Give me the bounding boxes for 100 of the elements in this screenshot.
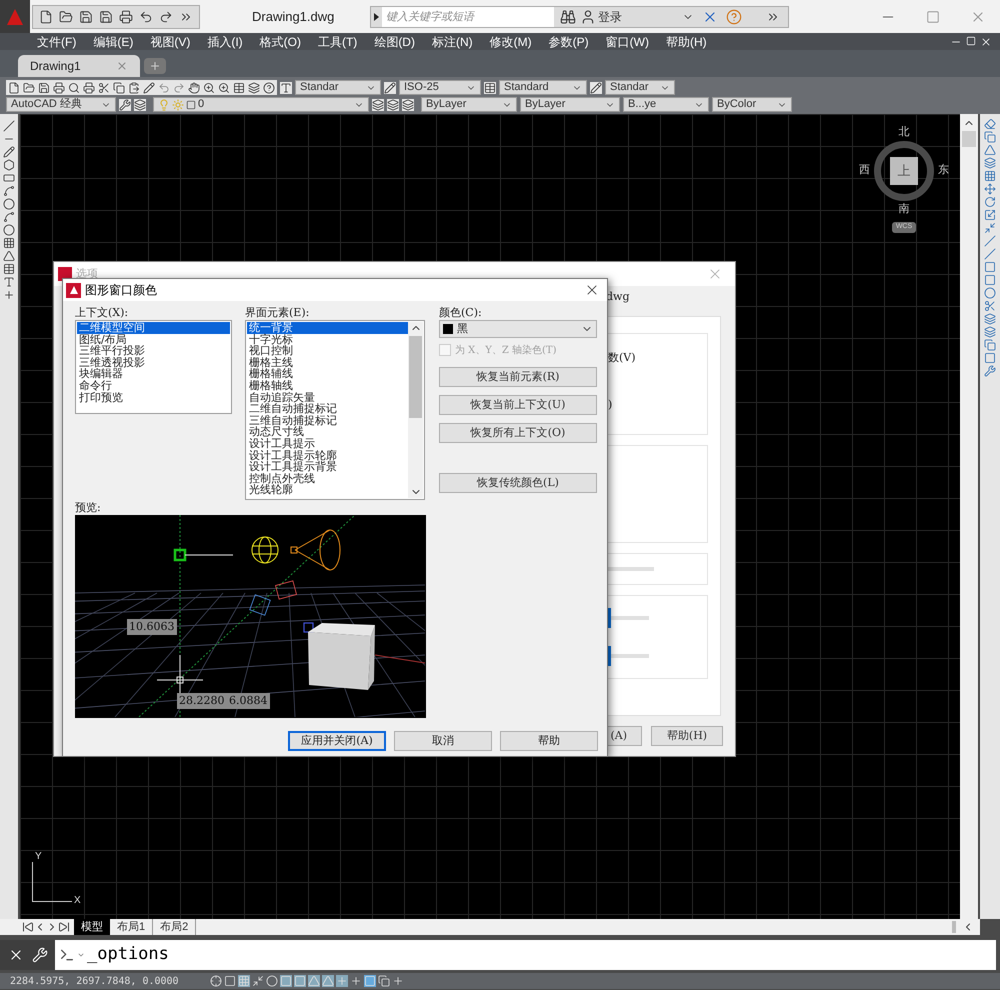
list-item[interactable]: 控制点外壳线 [247, 472, 408, 484]
save-as-icon[interactable] [99, 10, 113, 24]
restore-button[interactable]: 恢复当前上下文(U) [439, 395, 597, 415]
viewcube-face[interactable]: 上 [890, 156, 918, 184]
menu-item[interactable]: 绘图(D) [374, 32, 415, 50]
restore-button[interactable]: 恢复所有上下文(O) [439, 423, 597, 443]
menu-item[interactable]: 工具(T) [318, 32, 358, 50]
copy-icon[interactable] [984, 131, 996, 143]
text-style-dropdown[interactable]: Standar [295, 80, 381, 95]
rectangle-icon[interactable] [3, 172, 15, 184]
snap-icon[interactable] [210, 975, 222, 987]
list-item[interactable]: 栅格主线 [247, 356, 408, 368]
print-icon[interactable] [53, 82, 65, 94]
leader-style-dropdown[interactable]: Standar [605, 80, 675, 95]
legacy-colors-button[interactable]: 恢复传统颜色(L) [439, 473, 597, 493]
hand-icon[interactable] [188, 82, 200, 94]
list-item[interactable]: 二维模型空间 [77, 322, 230, 334]
document-tab[interactable]: Drawing1 [18, 55, 140, 77]
menu-item[interactable]: 帮助(H) [666, 32, 707, 50]
redo-icon[interactable] [159, 10, 173, 24]
context-list[interactable]: 二维模型空间 图纸/布局 三维平行投影 三维透视投影 块编辑器 命令行 打印预览 [75, 320, 232, 414]
menu-item[interactable]: 标注(N) [432, 32, 473, 50]
list-item[interactable]: 块编辑器 [77, 368, 230, 380]
list-item[interactable]: 栅格辅线 [247, 368, 408, 380]
dimension-style-dropdown[interactable]: ISO-25 [399, 80, 481, 95]
layers-icon[interactable] [248, 82, 260, 94]
scrollbar-thumb[interactable] [962, 131, 976, 147]
dialog-button[interactable]: 帮助(H) [651, 726, 723, 746]
polygon-icon[interactable] [3, 159, 15, 171]
undo-icon[interactable] [139, 10, 153, 24]
list-item[interactable]: 自动追踪矢量 [247, 392, 408, 404]
plus-icon[interactable] [392, 975, 404, 987]
layers-icon[interactable] [134, 98, 146, 110]
last-tab-icon[interactable] [58, 921, 70, 933]
plot-style-dropdown[interactable]: ByColor [712, 97, 792, 112]
text-icon[interactable] [3, 276, 15, 288]
lineweight-dropdown[interactable]: B...ye [623, 97, 709, 112]
circle-icon[interactable] [3, 198, 15, 210]
element-list[interactable]: 统一背景 十字光标 视口控制 栅格主线 栅格辅线 栅格轴线 自动追踪矢量 二维自动捕捉标记 三维自动捕捉标记 动态尺寸线 设计工具提示 设计工具提示轮廓 设计工具提示背景 控制点外壳线 光线轮廓 [245, 320, 425, 500]
arc-icon[interactable] [3, 185, 15, 197]
first-tab-icon[interactable] [22, 921, 34, 933]
list-item[interactable]: 打印预览 [77, 392, 230, 404]
folder-icon[interactable] [59, 10, 73, 24]
menu-item[interactable]: 文件(F) [37, 32, 76, 50]
move-icon[interactable] [984, 183, 996, 195]
copy-icon[interactable] [984, 339, 996, 351]
maximize-icon[interactable] [926, 10, 940, 24]
list-item[interactable]: 设计工具提示轮廓 [247, 450, 408, 462]
table-icon[interactable] [3, 263, 15, 275]
color-dropdown[interactable]: 黑 [439, 320, 597, 338]
list-item[interactable]: 二维自动捕捉标记 [247, 403, 408, 415]
zoom-icon[interactable] [218, 82, 230, 94]
close-icon[interactable] [980, 36, 992, 48]
menu-item[interactable]: 修改(M) [490, 32, 532, 50]
square-icon[interactable] [224, 975, 236, 987]
pencil-icon[interactable] [3, 146, 15, 158]
list-item[interactable]: 光线轮廓 [247, 484, 408, 496]
list-item[interactable]: 统一背景 [247, 322, 408, 334]
list-item[interactable]: 设计工具提示背景 [247, 461, 408, 473]
scissors-icon[interactable] [98, 82, 110, 94]
list-item[interactable]: 栅格轴线 [247, 380, 408, 392]
copy-icon[interactable] [113, 82, 125, 94]
leader-style-icon[interactable] [590, 82, 602, 94]
list-item[interactable]: 三维自动捕捉标记 [247, 414, 408, 426]
plus-icon[interactable] [350, 975, 362, 987]
folder-icon[interactable] [23, 82, 35, 94]
dialog-button[interactable]: 帮助 [500, 731, 598, 751]
dialog-button[interactable]: 取消 [394, 731, 492, 751]
drawing-canvas[interactable] [20, 114, 960, 919]
layers-icon[interactable] [372, 98, 384, 110]
layout-tab[interactable]: 模型 [74, 919, 110, 935]
list-item[interactable]: 十字光标 [247, 334, 408, 346]
layers-icon[interactable] [402, 98, 414, 110]
new-file-icon[interactable] [39, 10, 53, 24]
text-style-icon[interactable] [280, 82, 292, 94]
zoom-icon[interactable] [203, 82, 215, 94]
eraser-icon[interactable] [984, 118, 996, 130]
new-tab-button[interactable] [144, 58, 166, 74]
layers-icon[interactable] [387, 98, 399, 110]
menu-item[interactable]: 编辑(E) [93, 32, 134, 50]
copy-icon[interactable] [378, 975, 390, 987]
workspace-dropdown[interactable]: AutoCAD 经典 [6, 97, 116, 112]
table-icon[interactable] [233, 82, 245, 94]
menu-item[interactable]: 视图(V) [150, 32, 190, 50]
help-icon[interactable] [263, 82, 275, 94]
list-item[interactable]: 三维透视投影 [77, 356, 230, 368]
print-icon[interactable] [83, 82, 95, 94]
linetype-dropdown[interactable]: ByLayer [520, 97, 620, 112]
paste-icon[interactable] [128, 82, 140, 94]
line-icon[interactable] [3, 120, 15, 132]
rotate-icon[interactable] [984, 196, 996, 208]
scrollbar[interactable] [408, 322, 423, 498]
color-dropdown[interactable]: ByLayer [421, 97, 517, 112]
list-item[interactable]: 动态尺寸线 [247, 426, 408, 438]
dimension-style-icon[interactable] [384, 82, 396, 94]
layer-dropdown[interactable]: 0 [153, 97, 369, 112]
list-item[interactable]: 视口控制 [247, 345, 408, 357]
print-icon[interactable] [119, 10, 133, 24]
restore-button[interactable]: 恢复当前元素(R) [439, 367, 597, 387]
restore-icon[interactable] [966, 36, 976, 46]
